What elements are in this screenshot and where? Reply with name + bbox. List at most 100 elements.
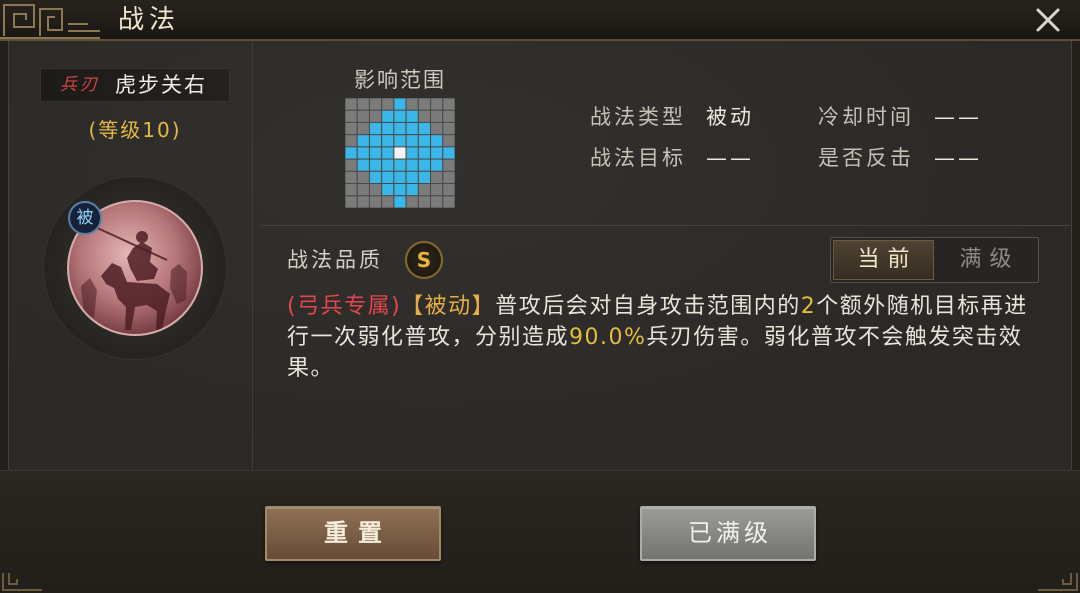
quality-label: 战法品质 xyxy=(287,248,383,272)
skill-dialog: 战法 兵刃 虎步关右 (等级10) 被 影响范围 战法类型 被动 冷却时间 ——… xyxy=(0,0,1080,593)
range-cell xyxy=(368,109,383,123)
tab-max-level[interactable]: 满级 xyxy=(935,240,1036,280)
range-cell-in-range xyxy=(405,158,419,172)
column-divider xyxy=(252,42,253,469)
range-cell xyxy=(430,170,444,185)
section-divider xyxy=(262,225,1070,226)
range-cell xyxy=(442,121,455,136)
range-cell xyxy=(405,195,419,208)
range-cell xyxy=(356,98,370,111)
range-cell xyxy=(417,109,432,123)
range-cell xyxy=(417,195,432,208)
attr-label-target: 战法目标 xyxy=(590,146,686,170)
range-cell xyxy=(345,134,358,148)
range-cell xyxy=(356,183,370,197)
range-cell-in-range xyxy=(381,146,395,160)
reset-button[interactable]: 重置 xyxy=(265,506,441,561)
range-cell-in-range xyxy=(381,183,395,197)
range-cell-in-range xyxy=(368,170,383,185)
range-cell-in-range xyxy=(393,170,407,185)
range-cell xyxy=(430,121,444,136)
range-cell xyxy=(405,98,419,111)
range-cell-in-range xyxy=(430,134,444,148)
range-cell-in-range xyxy=(393,98,407,111)
range-cell-in-range xyxy=(368,121,383,136)
range-cell xyxy=(356,195,370,208)
attr-value-counter: —— xyxy=(934,146,982,170)
range-cell xyxy=(381,98,395,111)
max-level-button[interactable]: 已满级 xyxy=(640,506,816,561)
range-cell-in-range xyxy=(417,121,432,136)
attr-value-target: —— xyxy=(706,146,754,170)
range-cell-in-range xyxy=(345,146,358,160)
dialog-header: 战法 xyxy=(0,0,1080,41)
range-cell xyxy=(442,183,455,197)
range-cell-in-range xyxy=(356,134,370,148)
range-cell-in-range xyxy=(368,158,383,172)
attr-label-counter: 是否反击 xyxy=(818,146,914,170)
attr-value-type: 被动 xyxy=(706,105,754,129)
range-cell xyxy=(356,121,370,136)
close-button[interactable] xyxy=(1034,6,1062,34)
range-cell-in-range xyxy=(405,183,419,197)
range-cell xyxy=(345,109,358,123)
range-cell-self xyxy=(393,146,407,160)
desc-damage-rate: 90.0% xyxy=(569,325,647,350)
range-cell xyxy=(430,98,444,111)
range-cell xyxy=(442,195,455,208)
range-cell-in-range xyxy=(405,134,419,148)
range-cell-in-range xyxy=(393,109,407,123)
desc-troop-restriction: (弓兵专属) xyxy=(287,294,402,319)
range-label: 影响范围 xyxy=(354,68,446,92)
corner-ornament-right xyxy=(1038,573,1078,591)
range-cell-in-range xyxy=(381,121,395,136)
range-cell xyxy=(368,98,383,111)
range-cell xyxy=(345,170,358,185)
range-cell-in-range xyxy=(393,121,407,136)
range-cell-in-range xyxy=(405,109,419,123)
range-cell xyxy=(368,195,383,208)
range-cell-in-range xyxy=(356,146,370,160)
range-cell xyxy=(442,109,455,123)
range-cell xyxy=(345,98,358,111)
header-ornament xyxy=(0,4,100,39)
range-cell-in-range xyxy=(393,134,407,148)
range-cell xyxy=(345,121,358,136)
range-cell xyxy=(417,98,432,111)
attr-label-type: 战法类型 xyxy=(590,105,686,129)
tab-current-level[interactable]: 当前 xyxy=(833,240,934,280)
skill-description: (弓兵专属)【被动】普攻后会对自身攻击范围内的2个额外随机目标再进行一次弱化普攻… xyxy=(287,291,1042,384)
range-cell-in-range xyxy=(430,146,444,160)
range-cell-in-range xyxy=(393,183,407,197)
attr-value-cooldown: —— xyxy=(934,105,982,129)
range-cell-in-range xyxy=(442,146,455,160)
range-cell-in-range xyxy=(393,158,407,172)
range-cell xyxy=(345,183,358,197)
range-cell xyxy=(430,183,444,197)
dialog-title: 战法 xyxy=(118,5,181,35)
quality-grade-badge: S xyxy=(405,241,443,279)
range-cell xyxy=(430,195,444,208)
range-cell-in-range xyxy=(405,146,419,160)
level-toggle: 当前 满级 xyxy=(830,237,1039,283)
range-cell-in-range xyxy=(417,146,432,160)
range-cell xyxy=(356,170,370,185)
action-bar xyxy=(0,470,1080,593)
range-cell-in-range xyxy=(368,146,383,160)
range-cell-in-range xyxy=(381,134,395,148)
range-cell-in-range xyxy=(381,109,395,123)
range-cell-in-range xyxy=(356,158,370,172)
range-cell xyxy=(442,98,455,111)
range-cell-in-range xyxy=(368,134,383,148)
range-cell-in-range xyxy=(381,170,395,185)
corner-ornament-left xyxy=(2,573,42,591)
range-cell-in-range xyxy=(417,170,432,185)
range-cell xyxy=(345,195,358,208)
range-grid xyxy=(345,98,455,208)
skill-name: 虎步关右 xyxy=(115,73,207,97)
damage-type-tag: 兵刃 xyxy=(60,75,100,95)
close-icon xyxy=(1036,8,1060,32)
range-cell xyxy=(442,158,455,172)
range-cell xyxy=(442,134,455,148)
range-cell xyxy=(442,170,455,185)
